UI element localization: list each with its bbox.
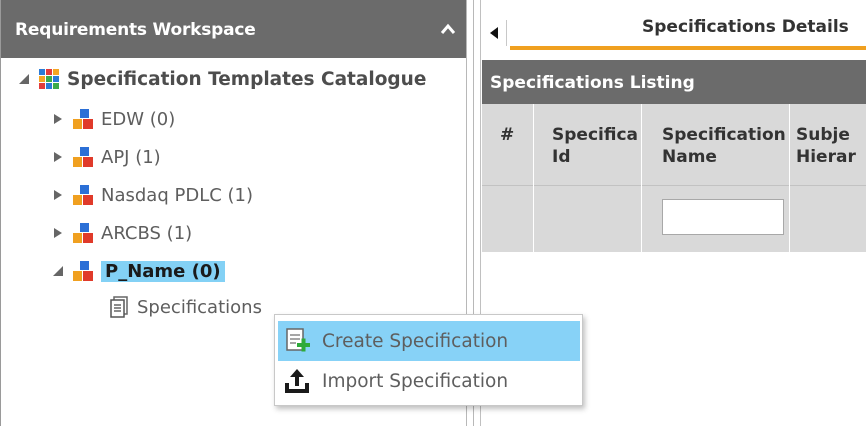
- chevron-up-icon[interactable]: [439, 22, 457, 36]
- tab-specifications-details[interactable]: Specifications Details: [642, 17, 849, 37]
- folder-blocks-icon: [73, 261, 93, 281]
- collapse-triangle-icon[interactable]: [17, 72, 31, 86]
- tree-item-edw[interactable]: EDW (0): [51, 104, 175, 134]
- folder-blocks-icon: [73, 109, 93, 129]
- collapse-triangle-icon[interactable]: [51, 264, 65, 278]
- caret-left-icon: [490, 27, 498, 39]
- folder-blocks-icon: [73, 147, 93, 167]
- tree-item-nasdaq-pdlc[interactable]: Nasdaq PDLC (1): [51, 180, 253, 210]
- column-header-spec-id[interactable]: Specifica Id: [534, 104, 642, 186]
- folder-blocks-icon: [73, 185, 93, 205]
- expand-triangle-icon[interactable]: [51, 112, 65, 126]
- listing-header: Specifications Listing: [482, 60, 866, 104]
- expand-triangle-icon[interactable]: [51, 150, 65, 164]
- tree-item-apj[interactable]: APJ (1): [51, 142, 161, 172]
- menu-item-label: Create Specification: [322, 330, 509, 352]
- column-label: #: [500, 125, 515, 145]
- column-header-subject-hierarchy[interactable]: Subje Hierar: [790, 104, 866, 186]
- active-tab-indicator: [510, 46, 866, 50]
- menu-item-label: Import Specification: [322, 370, 509, 392]
- panel-title: Requirements Workspace: [15, 20, 256, 40]
- tree-item-label: Nasdaq PDLC (1): [101, 184, 254, 206]
- create-spec-icon: [286, 328, 310, 352]
- tree-item-specifications[interactable]: Specifications: [107, 292, 262, 322]
- document-stack-icon: [110, 296, 128, 318]
- expand-triangle-icon[interactable]: [51, 226, 65, 240]
- menu-item-import-specification[interactable]: Import Specification: [278, 361, 580, 401]
- catalogue-grid-icon: [39, 69, 59, 89]
- folder-blocks-icon: [73, 223, 93, 243]
- grid-column-headers: # Specifica Id Specification Name Subje …: [482, 104, 866, 186]
- column-label: Subje Hierar: [796, 125, 856, 167]
- tab-scroll-left-button[interactable]: [482, 20, 507, 46]
- tree-item-label: Specifications: [137, 296, 262, 318]
- spec-name-filter-input[interactable]: [662, 199, 784, 235]
- context-menu: Create Specification Import Specificatio…: [274, 314, 583, 406]
- column-header-spec-name[interactable]: Specification Name: [642, 104, 790, 186]
- menu-item-create-specification[interactable]: Create Specification: [278, 321, 580, 361]
- import-icon: [285, 369, 309, 393]
- tree-item-p-name[interactable]: P_Name (0): [51, 256, 225, 286]
- tree-item-label: APJ (1): [101, 146, 161, 168]
- listing-title: Specifications Listing: [490, 73, 695, 93]
- panel-header: Requirements Workspace: [1, 0, 467, 58]
- tree-node-root[interactable]: Specification Templates Catalogue: [17, 64, 426, 94]
- tree-root-label: Specification Templates Catalogue: [67, 68, 427, 90]
- column-label: Specifica Id: [552, 125, 638, 167]
- tree-item-arcbs[interactable]: ARCBS (1): [51, 218, 192, 248]
- tree-item-label-selected: P_Name (0): [101, 260, 225, 282]
- tree-item-label: EDW (0): [101, 108, 176, 130]
- column-header-number[interactable]: #: [482, 104, 534, 186]
- filter-cell: [482, 186, 534, 252]
- column-label: Specification Name: [662, 125, 786, 167]
- expand-triangle-icon[interactable]: [51, 188, 65, 202]
- filter-cell: [534, 186, 642, 252]
- tree-item-label: ARCBS (1): [101, 222, 193, 244]
